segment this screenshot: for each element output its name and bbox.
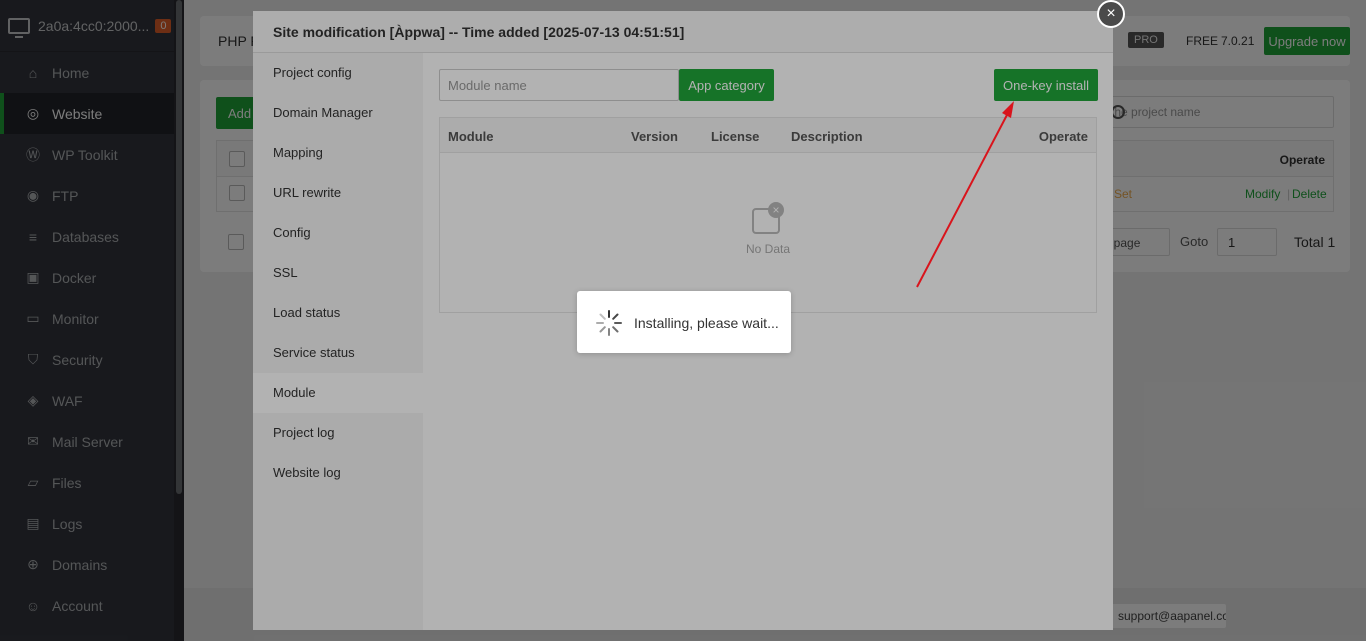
loading-dialog: Installing, please wait... (577, 291, 791, 353)
close-icon[interactable]: × (1097, 0, 1125, 28)
loading-message: Installing, please wait... (634, 315, 779, 331)
spinner-icon (596, 310, 622, 336)
